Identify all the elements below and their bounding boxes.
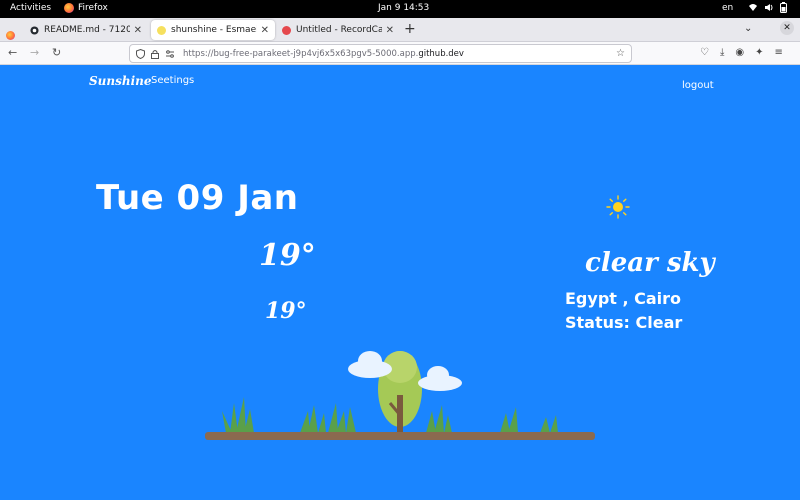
forward-button[interactable]: →	[30, 46, 39, 59]
url-text: https://bug-free-parakeet-j9p4vj6x5x63pg…	[183, 48, 464, 59]
bookmark-star-icon[interactable]: ☆	[616, 48, 625, 59]
cloud-icon	[348, 351, 392, 378]
menu-icon[interactable]: ≡	[775, 47, 783, 58]
extensions-icon[interactable]: ✦	[755, 47, 763, 58]
account-icon[interactable]: ◉	[735, 47, 744, 58]
window-close-button[interactable]: ✕	[780, 21, 794, 35]
url-bar[interactable]: https://bug-free-parakeet-j9p4vj6x5x63pg…	[129, 44, 632, 63]
language-indicator[interactable]: en	[722, 3, 733, 13]
current-date: Tue 09 Jan	[96, 178, 299, 218]
firefox-icon	[6, 31, 15, 40]
lock-icon[interactable]	[151, 49, 159, 59]
sun-icon	[606, 195, 630, 219]
reload-button[interactable]: ↻	[52, 46, 61, 59]
os-top-bar: Activities Firefox Jan 9 14:53 en	[0, 0, 800, 18]
tab-title: Untitled - RecordCast	[296, 25, 382, 35]
pocket-icon[interactable]: ♡	[700, 47, 709, 58]
cloud-icon	[418, 366, 462, 391]
close-tab-icon[interactable]: ✕	[134, 25, 142, 36]
wifi-icon	[749, 4, 757, 11]
tab-title: README.md - 71205798	[44, 25, 130, 35]
app-menu[interactable]: Firefox	[64, 3, 108, 13]
downloads-icon[interactable]: ⤓	[720, 47, 724, 58]
new-tab-button[interactable]: +	[404, 21, 416, 37]
temperature-main: 19°	[259, 238, 316, 273]
app-name: Firefox	[78, 3, 108, 13]
tab-title: shunshine - Esmael Lab	[171, 25, 257, 35]
firefox-icon	[64, 3, 74, 13]
logout-link[interactable]: logout	[682, 80, 714, 91]
volume-icon	[765, 4, 773, 11]
tab-strip: README.md - 71205798 ✕ shunshine - Esmae…	[0, 18, 800, 42]
back-button[interactable]: ←	[8, 46, 17, 59]
close-tab-icon[interactable]: ✕	[386, 25, 394, 36]
location-text: Egypt , Cairo	[565, 289, 682, 308]
weather-condition: clear sky	[585, 248, 715, 278]
tab-readme[interactable]: README.md - 71205798 ✕	[24, 20, 148, 40]
weather-page: Sunshine Seetings logout Tue 09 Jan 19° …	[0, 65, 800, 500]
shield-icon[interactable]	[136, 48, 145, 59]
recordcast-icon	[282, 25, 291, 35]
navigation-bar: ← → ↻ https://bug-free-parakeet-j9p4vj6x…	[0, 42, 800, 65]
status-text: Status: Clear	[565, 313, 683, 332]
temperature-secondary: 19°	[265, 298, 307, 324]
chevron-down-icon[interactable]: ⌄	[744, 23, 752, 34]
github-icon	[30, 25, 39, 35]
clock[interactable]: Jan 9 14:53	[378, 3, 429, 13]
tab-shunshine[interactable]: shunshine - Esmael Lab ✕	[151, 20, 275, 40]
system-tray[interactable]	[748, 2, 787, 13]
activities-button[interactable]: Activities	[10, 3, 51, 13]
tab-recordcast[interactable]: Untitled - RecordCast ✕	[276, 20, 400, 40]
settings-link[interactable]: Seetings	[151, 75, 194, 86]
sun-favicon-icon	[157, 25, 166, 35]
close-tab-icon[interactable]: ✕	[261, 25, 269, 36]
brand-logo[interactable]: Sunshine	[89, 74, 152, 88]
landscape-illustration	[205, 351, 595, 440]
battery-icon	[780, 2, 787, 13]
ground-strip	[205, 432, 595, 440]
permissions-icon[interactable]	[165, 49, 175, 59]
